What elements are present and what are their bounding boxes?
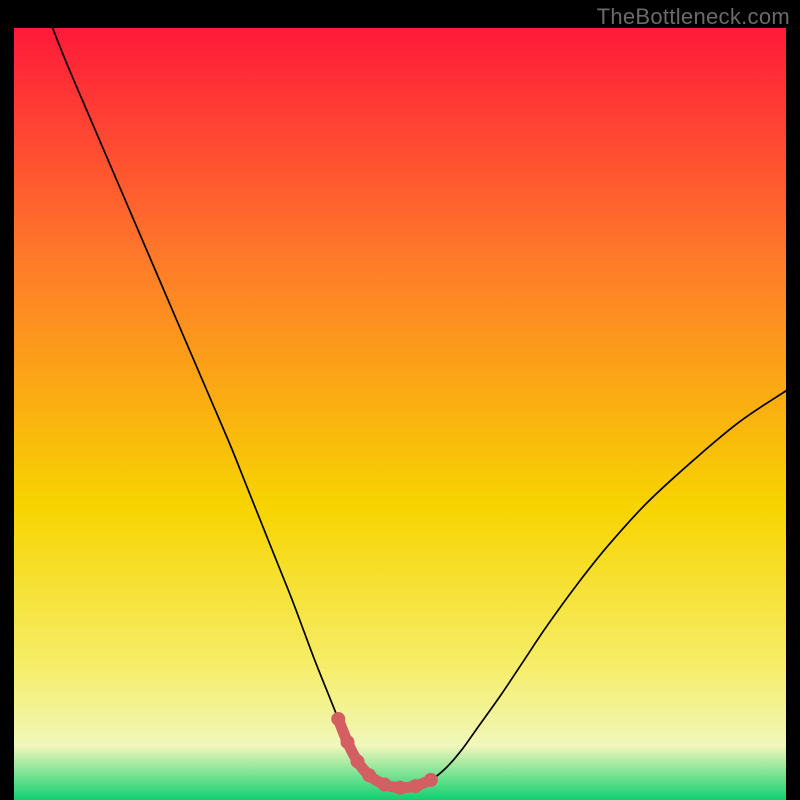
sweet-spot-marker (408, 779, 422, 793)
sweet-spot-marker (362, 768, 376, 782)
sweet-spot-marker (378, 778, 392, 792)
sweet-spot-marker (393, 781, 407, 795)
chart-stage: TheBottleneck.com (0, 0, 800, 800)
sweet-spot-marker (424, 773, 438, 787)
plot-background (14, 28, 786, 800)
sweet-spot-marker (331, 712, 345, 726)
watermark-text: TheBottleneck.com (597, 4, 790, 30)
sweet-spot-marker (351, 754, 365, 768)
sweet-spot-marker (341, 735, 355, 749)
chart-svg (14, 28, 786, 800)
